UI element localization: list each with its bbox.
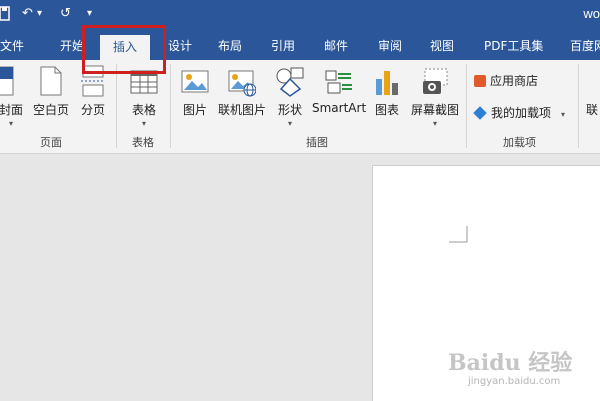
screenshot-icon xyxy=(421,65,449,97)
chart-button[interactable]: 图表 xyxy=(373,65,401,118)
tab-baidu[interactable]: 百度网 xyxy=(570,32,600,60)
tab-design[interactable]: 设计 xyxy=(168,32,192,60)
group-separator xyxy=(578,64,579,148)
page-break-label: 分页 xyxy=(80,103,105,117)
online-picture-label: 联机图片 xyxy=(217,103,266,117)
smartart-icon xyxy=(325,65,353,97)
tab-review[interactable]: 审阅 xyxy=(378,32,402,60)
store-icon xyxy=(474,75,486,87)
redo-icon[interactable]: ↺ xyxy=(60,4,71,24)
window-title: wo xyxy=(583,6,600,21)
chevron-down-icon: ▾ xyxy=(8,119,13,128)
tab-pdf-tools[interactable]: PDF工具集 xyxy=(484,32,543,60)
partial-icon xyxy=(584,65,600,97)
shapes-icon xyxy=(276,65,304,97)
group-label-pages: 页面 xyxy=(40,136,62,149)
blank-page-label: 空白页 xyxy=(32,103,69,117)
cut-off-button[interactable]: 联 xyxy=(584,65,600,118)
chevron-down-icon: ▾ xyxy=(287,119,292,128)
picture-icon xyxy=(181,65,209,97)
chevron-down-icon: ▾ xyxy=(432,119,437,128)
blank-page-icon xyxy=(37,65,65,97)
tab-mailings[interactable]: 邮件 xyxy=(324,32,348,60)
store-label: 应用商店 xyxy=(490,74,539,88)
watermark-logo: Baidu 经验 xyxy=(448,350,573,376)
my-addins-button[interactable]: 我的加载项 ▾ xyxy=(473,104,565,121)
watermark-url: jingyan.baidu.com xyxy=(468,376,561,387)
picture-label: 图片 xyxy=(182,103,207,117)
store-button[interactable]: 应用商店 xyxy=(474,72,538,89)
smartart-label: SmartArt xyxy=(312,101,367,115)
highlight-box xyxy=(82,25,166,74)
chart-label: 图表 xyxy=(374,103,399,117)
table-label: 表格 xyxy=(131,103,156,117)
group-separator xyxy=(466,64,467,148)
tab-layout[interactable]: 布局 xyxy=(218,32,242,60)
online-picture-icon xyxy=(228,65,257,97)
my-addins-icon xyxy=(473,106,487,120)
chevron-down-icon[interactable]: ▾ xyxy=(561,110,565,119)
picture-button[interactable]: 图片 xyxy=(180,65,210,118)
online-picture-button[interactable]: 联机图片 xyxy=(216,65,268,118)
chevron-down-icon: ▾ xyxy=(141,119,146,128)
cover-page-icon xyxy=(0,65,25,97)
save-icon[interactable] xyxy=(0,4,10,24)
tab-file[interactable]: 文件 xyxy=(0,32,24,60)
table-button[interactable]: 表格 ▾ xyxy=(128,65,160,128)
shapes-label: 形状 xyxy=(277,103,302,117)
blank-page-button[interactable]: 空白页 xyxy=(30,65,72,118)
cut-off-label: 联 xyxy=(585,103,598,117)
tab-home[interactable]: 开始 xyxy=(60,32,84,60)
smartart-button[interactable]: SmartArt xyxy=(312,65,366,115)
group-separator xyxy=(170,64,171,148)
screenshot-button[interactable]: 屏幕截图 ▾ xyxy=(408,65,462,128)
group-label-tables: 表格 xyxy=(132,136,154,149)
group-label-addins: 加载项 xyxy=(503,136,536,149)
cover-page-button[interactable]: 封面 ▾ xyxy=(0,65,26,128)
customize-qat-icon[interactable]: ▾ xyxy=(87,4,92,24)
margin-marker-icon xyxy=(449,226,468,243)
tab-references[interactable]: 引用 xyxy=(271,32,295,60)
undo-icon[interactable]: ↶ xyxy=(22,4,33,24)
ribbon-panel: 封面 ▾ 空白页 分页 页面 表格 ▾ 表格 图片 联机图片 形状 ▾ Smar… xyxy=(0,60,600,154)
shapes-button[interactable]: 形状 ▾ xyxy=(275,65,305,128)
my-addins-label: 我的加载项 xyxy=(491,106,552,120)
group-separator xyxy=(116,64,117,148)
group-label-illustrations: 插图 xyxy=(306,136,328,149)
screenshot-label: 屏幕截图 xyxy=(410,103,459,117)
tab-view[interactable]: 视图 xyxy=(430,32,454,60)
undo-dropdown-icon[interactable]: ▾ xyxy=(37,4,42,24)
chart-icon xyxy=(373,65,401,97)
cover-page-label: 封面 xyxy=(0,103,23,117)
